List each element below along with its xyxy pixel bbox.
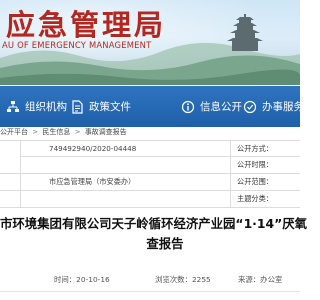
meta-row-topic: 主题分类：	[0, 191, 300, 208]
article-title-line-1: 市环境集团有限公司天子岭循环经济产业园“1·14”厌氧	[0, 216, 308, 231]
meta-label-cell	[0, 174, 20, 190]
breadcrumb-item-livelihood[interactable]: 民生信息	[42, 128, 70, 136]
meta-value-empty	[20, 157, 230, 173]
breadcrumb-item-platform[interactable]: 公开平台	[0, 128, 28, 136]
nav-label-info: 信息公开	[200, 101, 242, 113]
breadcrumb-trail: 公开平台 > 民生信息 > 事故调查报告	[0, 127, 127, 137]
meta-row-publisher: 市应急管理局（市安委办） 公开范围：	[0, 174, 300, 191]
breadcrumb-separator: >	[74, 128, 81, 136]
article-title-line-2: 查报告	[146, 236, 184, 251]
nav-item-service[interactable]: 办事服务	[242, 86, 304, 127]
pagoda-icon	[227, 14, 263, 51]
nav-label-policy: 政策文件	[89, 101, 131, 113]
meta-label-cell	[0, 141, 20, 157]
meta-label-disclosure-method: 公开方式：	[230, 141, 300, 157]
org-chart-icon	[5, 99, 21, 115]
meta-row-index: 749492940/2020-04448 公开方式：	[0, 140, 300, 157]
main-nav-bar: 组织机构 政策文件 信息公开 办事服务	[0, 86, 304, 127]
article-info-row: 时间：20-10-16 浏览次数：2255 来源：办公室	[0, 273, 300, 287]
meta-value-publisher: 市应急管理局（市安委办）	[20, 174, 230, 190]
nav-item-org[interactable]: 组织机构	[5, 86, 67, 127]
site-title: 应急管理局	[6, 8, 167, 42]
nav-item-policy[interactable]: 政策文件	[69, 86, 131, 127]
site-subtitle: AU OF EMERGENCY MANAGEMENT	[2, 40, 152, 50]
breadcrumb-item-accident-report[interactable]: 事故调查报告	[85, 128, 127, 136]
nav-label-org: 组织机构	[25, 101, 67, 113]
divider	[0, 291, 300, 292]
meta-value-index: 749492940/2020-04448	[20, 141, 230, 157]
breadcrumb: 公开平台 > 民生信息 > 事故调查报告	[0, 127, 300, 137]
article-source: 来源：办公室	[238, 275, 283, 284]
publish-date: 时间：20-10-16	[54, 275, 110, 284]
meta-label-topic: 主题分类：	[230, 191, 300, 207]
site-header-banner: 应急管理局 AU OF EMERGENCY MANAGEMENT	[0, 0, 300, 85]
view-count: 浏览次数：2255	[155, 275, 211, 284]
meta-label-cell	[0, 191, 20, 207]
document-icon	[69, 99, 85, 115]
meta-label-cell	[0, 157, 20, 173]
breadcrumb-separator: >	[32, 128, 39, 136]
nav-label-service: 办事服务	[262, 101, 304, 113]
info-icon	[180, 99, 196, 115]
nav-item-info[interactable]: 信息公开	[180, 86, 242, 127]
meta-value-empty	[20, 191, 230, 207]
meta-label-disclosure-scope: 公开范围：	[230, 174, 300, 190]
service-icon	[242, 99, 258, 115]
meta-label-disclosure-time: 公开时限：	[230, 157, 300, 173]
meta-row-time-limit: 公开时限：	[0, 157, 300, 174]
